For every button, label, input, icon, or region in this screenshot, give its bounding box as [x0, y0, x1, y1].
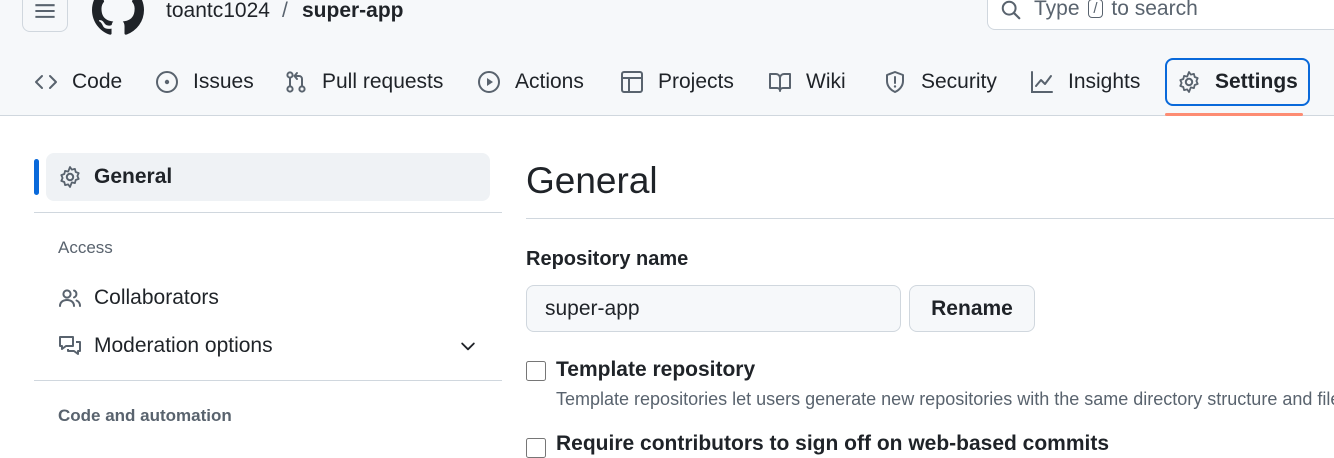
tab-projects-label: Projects — [658, 70, 734, 93]
rename-button[interactable]: Rename — [909, 285, 1035, 332]
repo-header: toantc1024 / super-app Type / to search … — [0, 0, 1334, 116]
tab-insights[interactable]: Insights — [1030, 58, 1140, 106]
hamburger-icon — [35, 4, 55, 18]
breadcrumb-separator: / — [282, 0, 288, 22]
tab-code[interactable]: Code — [34, 58, 122, 106]
issue-icon — [156, 71, 178, 93]
graph-icon — [1031, 71, 1053, 93]
shield-icon — [886, 71, 904, 93]
sign-off-checkbox[interactable] — [526, 438, 546, 458]
repo-tab-nav: Code Issues Pull requests Actions Projec… — [0, 58, 1334, 106]
tab-pull-requests[interactable]: Pull requests — [284, 58, 443, 106]
tab-insights-label: Insights — [1068, 70, 1141, 93]
tab-actions[interactable]: Actions — [477, 58, 584, 106]
sidebar-active-indicator — [34, 159, 39, 195]
sidebar-item-general-label: General — [94, 165, 173, 188]
search-input[interactable]: Type / to search — [987, 0, 1334, 30]
sidebar-divider — [34, 212, 502, 213]
tab-security[interactable]: Security — [883, 58, 997, 106]
tab-issues-label: Issues — [193, 70, 254, 93]
sidebar-item-moderation-label: Moderation options — [94, 334, 273, 357]
gear-icon — [1179, 71, 1199, 93]
tab-settings-label: Settings — [1215, 70, 1298, 93]
template-repository-label: Template repository — [556, 358, 756, 381]
tab-pull-requests-label: Pull requests — [322, 70, 444, 93]
search-placeholder: Type / to search — [1034, 0, 1198, 21]
search-placeholder-after: to search — [1111, 0, 1198, 20]
tab-issues[interactable]: Issues — [155, 58, 254, 106]
active-tab-underline — [1165, 113, 1303, 116]
tab-settings[interactable]: Settings — [1165, 58, 1310, 106]
breadcrumb-owner-link[interactable]: toantc1024 — [166, 0, 270, 24]
page-title: General — [526, 160, 658, 201]
tab-security-label: Security — [921, 70, 997, 93]
hamburger-menu-button[interactable] — [22, 0, 68, 32]
tab-projects[interactable]: Projects — [620, 58, 734, 106]
sidebar-item-collaborators[interactable]: Collaborators — [58, 278, 490, 318]
breadcrumb-repo-link[interactable]: super-app — [302, 0, 404, 24]
sidebar-divider — [34, 380, 502, 381]
sign-off-label: Require contributors to sign off on web-… — [556, 432, 1110, 455]
chevron-down-icon[interactable] — [458, 336, 478, 356]
book-icon — [769, 73, 791, 92]
comment-discussion-icon — [59, 336, 81, 355]
search-icon — [1001, 0, 1021, 20]
pull-request-icon — [286, 71, 306, 93]
title-divider — [526, 218, 1334, 219]
sidebar-heading-code-automation: Code and automation — [58, 406, 232, 425]
people-icon — [59, 289, 81, 307]
repository-name-label: Repository name — [526, 248, 689, 270]
template-repository-description: Template repositories let users generate… — [556, 389, 1334, 409]
gear-icon — [60, 166, 80, 188]
sidebar-heading-access: Access — [58, 238, 113, 257]
code-icon — [35, 75, 57, 89]
play-icon — [478, 71, 500, 93]
search-shortcut-key: / — [1088, 0, 1103, 18]
tab-actions-label: Actions — [515, 70, 584, 93]
sidebar-item-general[interactable]: General — [46, 153, 490, 201]
sidebar-item-collaborators-label: Collaborators — [94, 286, 219, 309]
tab-code-label: Code — [72, 70, 123, 93]
tab-wiki-label: Wiki — [806, 70, 846, 93]
table-icon — [621, 71, 643, 93]
template-repository-checkbox[interactable] — [526, 361, 546, 381]
search-placeholder-before: Type — [1034, 0, 1080, 20]
github-logo-icon[interactable] — [92, 0, 144, 36]
repository-name-input[interactable] — [526, 285, 901, 332]
tab-wiki[interactable]: Wiki — [768, 58, 846, 106]
sidebar-item-moderation-options[interactable]: Moderation options — [58, 326, 490, 366]
